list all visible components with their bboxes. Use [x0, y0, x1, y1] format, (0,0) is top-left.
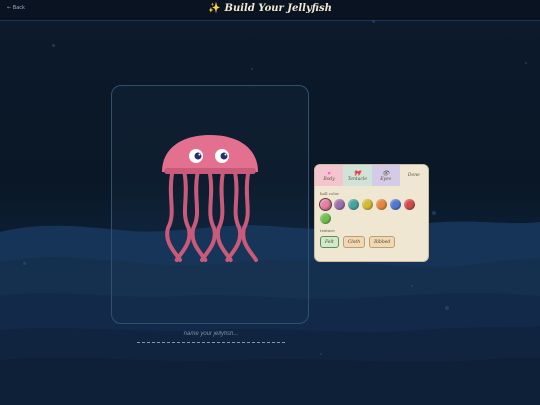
- tentacle: [190, 172, 208, 262]
- texture-cloth-button[interactable]: Cloth: [342, 236, 366, 248]
- bubble: [445, 306, 449, 310]
- left-eye-glint: [198, 153, 201, 156]
- flower-icon: 🌸: [325, 169, 333, 177]
- ball-color-label: ball color: [320, 191, 340, 196]
- tab-done-label: Done: [407, 173, 420, 178]
- bubble: [432, 211, 436, 215]
- ribbon-icon: 🎀: [353, 169, 362, 177]
- tab-done[interactable]: Done: [399, 165, 428, 186]
- tentacle: [200, 172, 217, 262]
- tentacle: [241, 172, 258, 262]
- tab-eyes-label: Eyes: [380, 176, 392, 182]
- tab-tentacle-label: Tentacle: [347, 176, 368, 182]
- right-pupil: [220, 152, 228, 160]
- jellyfish-name-input[interactable]: [137, 326, 285, 343]
- tab-eyes[interactable]: 👁 Eyes: [371, 165, 400, 186]
- tentacle: [174, 172, 192, 262]
- color-swatch[interactable]: [318, 197, 333, 212]
- tentacle: [225, 172, 243, 262]
- tentacle: [165, 172, 182, 262]
- bubble: [525, 62, 527, 64]
- texture-ribbed-button[interactable]: Ribbed: [369, 236, 396, 248]
- bubble: [23, 262, 26, 265]
- right-eye-glint: [224, 153, 227, 156]
- color-swatch[interactable]: [320, 213, 331, 224]
- texture-felt-button[interactable]: Felt: [320, 236, 339, 248]
- color-swatch[interactable]: [362, 199, 373, 210]
- tentacle: [215, 172, 233, 262]
- jellyfish-bell: [162, 135, 258, 172]
- color-swatch[interactable]: [404, 199, 415, 210]
- customize-panel: 🌸 Body 🎀 Tentacle 👁 Eyes Done ball color…: [314, 164, 429, 262]
- eye-icon: 👁: [381, 169, 390, 177]
- color-swatch[interactable]: [376, 199, 387, 210]
- bubble: [251, 68, 253, 70]
- color-swatch[interactable]: [390, 199, 401, 210]
- texture-label: texture: [320, 228, 335, 233]
- tab-body-label: Body: [323, 176, 335, 182]
- bubble: [411, 285, 413, 287]
- texture-options: Felt Cloth Ribbed: [320, 236, 423, 248]
- jellyfish[interactable]: [150, 128, 270, 268]
- color-swatch[interactable]: [348, 199, 359, 210]
- tab-body[interactable]: 🌸 Body: [315, 165, 344, 186]
- jellyfish-skirt: [164, 168, 256, 174]
- tab-tentacle[interactable]: 🎀 Tentacle: [343, 165, 372, 186]
- color-swatch[interactable]: [334, 199, 345, 210]
- tentacles: [165, 172, 258, 262]
- left-pupil: [194, 152, 202, 160]
- body-options: ball color texture Felt Cloth Ribbed: [315, 186, 428, 248]
- bubble: [372, 20, 375, 23]
- bubble: [52, 44, 55, 47]
- color-swatches: [318, 197, 420, 224]
- panel-tabs: 🌸 Body 🎀 Tentacle 👁 Eyes Done: [315, 165, 428, 186]
- bubble: [320, 353, 322, 355]
